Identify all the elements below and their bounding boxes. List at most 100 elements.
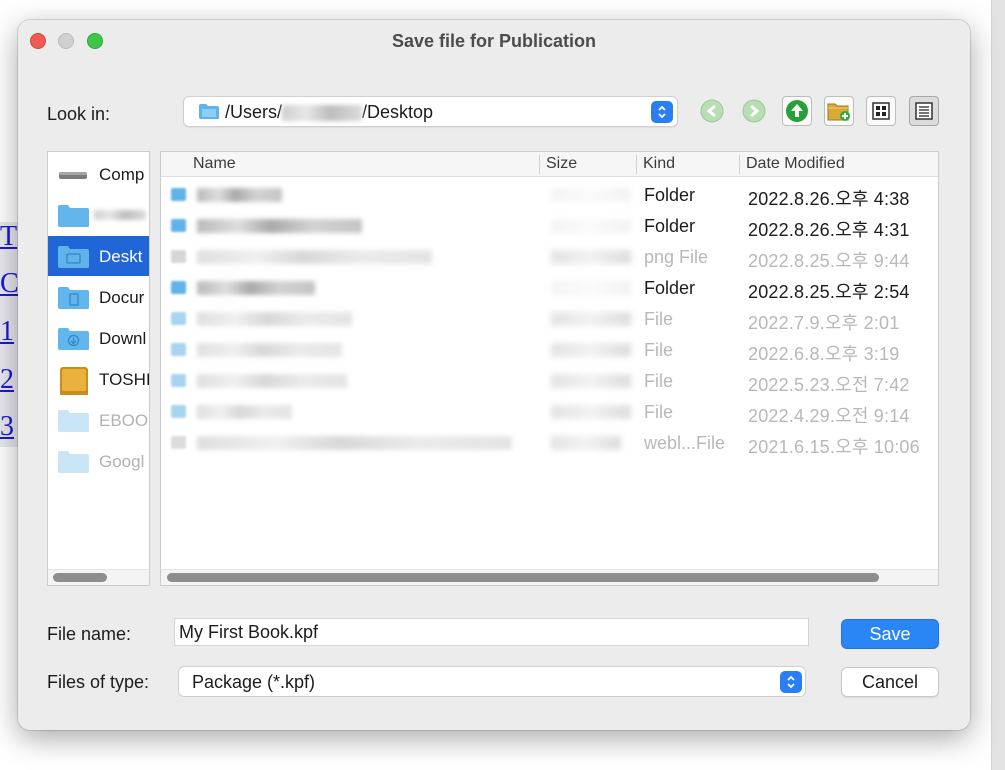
column-header-name[interactable]: Name bbox=[193, 155, 236, 173]
folder-icon bbox=[199, 104, 219, 119]
documents-folder-icon bbox=[58, 287, 89, 309]
file-icon bbox=[171, 250, 186, 263]
file-date: 2022.8.26.오후 4:31 bbox=[748, 220, 910, 240]
column-header-size[interactable]: Size bbox=[546, 155, 577, 173]
file-row[interactable]: File 2022.7.9.오후 2:01 bbox=[161, 302, 938, 333]
file-list-header: Name Size Kind Date Modified bbox=[161, 152, 938, 177]
background-link-5[interactable]: 3 bbox=[0, 412, 14, 442]
sidebar-item-label: Deskt bbox=[99, 247, 143, 266]
file-row[interactable]: File 2022.6.8.오후 3:19 bbox=[161, 333, 938, 364]
desktop-folder-icon bbox=[58, 246, 89, 268]
file-name-input[interactable] bbox=[174, 618, 809, 646]
file-list[interactable]: Name Size Kind Date Modified Folder 2022… bbox=[160, 151, 939, 586]
icon-view-button[interactable] bbox=[866, 96, 896, 126]
column-divider[interactable] bbox=[539, 155, 540, 174]
chevron-updown-icon[interactable] bbox=[780, 671, 802, 693]
file-name-redacted bbox=[197, 219, 362, 233]
file-date: 2021.6.15.오후 10:06 bbox=[748, 437, 920, 457]
file-name-redacted bbox=[197, 374, 347, 388]
file-name-redacted bbox=[197, 343, 342, 357]
icon-view-icon bbox=[872, 102, 890, 120]
file-size-redacted bbox=[551, 281, 631, 295]
file-name-redacted bbox=[197, 188, 282, 202]
file-type-value: Package (*.kpf) bbox=[192, 672, 316, 692]
hard-drive-icon bbox=[59, 172, 87, 179]
sidebar-item-desktop[interactable]: Deskt bbox=[48, 236, 149, 276]
file-kind: File bbox=[644, 340, 674, 360]
column-header-kind[interactable]: Kind bbox=[643, 155, 675, 173]
sidebar-scrollbar-thumb[interactable] bbox=[53, 573, 107, 582]
save-button[interactable]: Save bbox=[841, 619, 939, 649]
sidebar-item-documents[interactable]: Docur bbox=[48, 277, 149, 317]
title-bar[interactable]: Save file for Publication bbox=[18, 20, 970, 62]
sidebar[interactable]: Comp Deskt Docur Downl TOSHI EBOO Googl bbox=[47, 151, 150, 586]
new-folder-button[interactable] bbox=[824, 96, 854, 126]
file-row[interactable]: png File 2022.8.25.오후 9:44 bbox=[161, 240, 938, 271]
file-kind: Folder bbox=[644, 278, 696, 298]
back-button[interactable] bbox=[697, 96, 727, 126]
file-kind: Folder bbox=[644, 185, 696, 205]
look-in-label: Look in: bbox=[47, 104, 111, 124]
file-date: 2022.8.26.오후 4:38 bbox=[748, 189, 910, 209]
file-date: 2022.8.25.오후 9:44 bbox=[748, 251, 910, 271]
column-header-date[interactable]: Date Modified bbox=[746, 155, 845, 173]
sidebar-item-google[interactable]: Googl bbox=[48, 441, 149, 481]
forward-icon bbox=[742, 99, 766, 123]
path-text: /Users/ /Desktop bbox=[225, 102, 433, 123]
downloads-folder-icon bbox=[58, 328, 89, 350]
file-type-select[interactable]: Package (*.kpf) bbox=[178, 666, 806, 697]
look-in-combobox[interactable]: /Users/ /Desktop bbox=[183, 96, 678, 127]
file-date: 2022.4.29.오전 9:14 bbox=[748, 406, 910, 426]
file-icon bbox=[171, 436, 186, 449]
cancel-button[interactable]: Cancel bbox=[841, 667, 939, 697]
file-row[interactable]: File 2022.5.23.오전 7:42 bbox=[161, 364, 938, 395]
background-link-4[interactable]: 2 bbox=[0, 365, 14, 395]
file-size-redacted bbox=[551, 219, 631, 233]
path-prefix: /Users/ bbox=[225, 102, 283, 122]
file-row[interactable]: webl...File 2021.6.15.오후 10:06 bbox=[161, 426, 938, 457]
sidebar-item-user-folder[interactable] bbox=[48, 195, 149, 235]
folder-icon bbox=[58, 451, 89, 473]
file-kind: webl...File bbox=[644, 433, 726, 453]
file-name-redacted bbox=[197, 436, 512, 450]
background-link-3[interactable]: 1 bbox=[0, 317, 14, 347]
path-redacted bbox=[282, 105, 363, 122]
background-link-1[interactable]: T bbox=[0, 222, 17, 252]
sidebar-item-label: Downl bbox=[99, 329, 147, 348]
file-size-redacted bbox=[551, 405, 631, 419]
file-size-redacted bbox=[551, 250, 631, 264]
file-size-redacted bbox=[551, 188, 631, 202]
file-kind: File bbox=[644, 371, 674, 391]
file-icon bbox=[171, 343, 186, 356]
sidebar-item-label: Docur bbox=[99, 288, 145, 307]
file-row[interactable]: File 2022.4.29.오전 9:14 bbox=[161, 395, 938, 426]
back-icon bbox=[700, 99, 724, 123]
file-type-label: Files of type: bbox=[47, 672, 150, 692]
column-divider[interactable] bbox=[636, 155, 637, 174]
list-view-button[interactable] bbox=[909, 96, 939, 126]
up-folder-button[interactable] bbox=[782, 96, 812, 126]
background-scrollbar[interactable] bbox=[991, 0, 1005, 770]
file-list-scrollbar[interactable] bbox=[161, 569, 938, 585]
sidebar-scrollbar[interactable] bbox=[48, 569, 149, 585]
new-folder-icon bbox=[827, 103, 850, 121]
forward-button[interactable] bbox=[739, 96, 769, 126]
folder-icon bbox=[171, 281, 186, 294]
file-row[interactable]: Folder 2022.8.25.오후 2:54 bbox=[161, 271, 938, 302]
file-row[interactable]: Folder 2022.8.26.오후 4:38 bbox=[161, 178, 938, 209]
file-date: 2022.7.9.오후 2:01 bbox=[748, 313, 900, 333]
folder-icon bbox=[171, 219, 186, 232]
sidebar-item-downloads[interactable]: Downl bbox=[48, 318, 149, 358]
sidebar-item-computer[interactable]: Comp bbox=[48, 154, 149, 194]
external-drive-icon bbox=[60, 367, 88, 395]
file-size-redacted bbox=[551, 312, 631, 326]
column-divider[interactable] bbox=[739, 155, 740, 174]
file-row[interactable]: Folder 2022.8.26.오후 4:31 bbox=[161, 209, 938, 240]
path-suffix: /Desktop bbox=[362, 102, 434, 122]
chevron-updown-icon[interactable] bbox=[651, 101, 673, 123]
sidebar-item-ebooks[interactable]: EBOO bbox=[48, 400, 149, 440]
sidebar-item-toshiba[interactable]: TOSHI bbox=[48, 359, 149, 399]
background-link-2[interactable]: C bbox=[0, 269, 19, 299]
file-list-scrollbar-thumb[interactable] bbox=[167, 573, 879, 582]
folder-icon bbox=[171, 188, 186, 201]
